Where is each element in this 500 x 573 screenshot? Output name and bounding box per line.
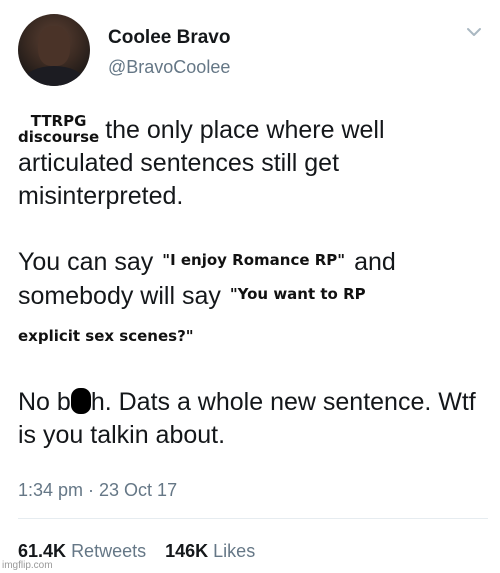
likes-label: Likes — [213, 541, 256, 561]
tweet-p2-prefix: You can say — [18, 248, 154, 277]
watermark: imgflip.com — [2, 560, 53, 571]
sticker-ttrpg-line2: discourse — [18, 128, 100, 147]
likes-count: 146K — [165, 541, 209, 561]
sticker-ttrpg-discourse: TTRPG discourse — [18, 113, 99, 145]
retweets-label: Retweets — [71, 541, 147, 561]
tweet-p3-start: No b — [18, 388, 71, 417]
tweet-stats: 61.4K Retweets 146K Likes — [18, 541, 269, 562]
sticker-explicit-line2: explicit sex scenes?" — [18, 327, 194, 346]
sticker-romance-rp: "I enjoy Romance RP" — [162, 251, 346, 270]
chevron-down-icon[interactable] — [466, 24, 482, 40]
censor-blob — [70, 388, 91, 415]
avatar[interactable] — [18, 14, 90, 86]
avatar-shirt — [24, 66, 84, 86]
sticker-explicit-line1: "You want to RP — [229, 285, 366, 304]
author-handle[interactable]: @BravoCoolee — [108, 57, 230, 78]
likes-stat[interactable]: 146K Likes — [165, 541, 255, 562]
avatar-face — [38, 26, 70, 66]
retweets-count: 61.4K — [18, 541, 67, 561]
tweet-timestamp[interactable]: 1:34 pm · 23 Oct 17 — [18, 480, 177, 501]
tweet-text: TTRPG discourse the only place where well … — [18, 113, 488, 452]
author-name[interactable]: Coolee Bravo — [108, 27, 230, 49]
divider — [18, 518, 488, 519]
retweets-stat[interactable]: 61.4K Retweets — [18, 541, 146, 562]
